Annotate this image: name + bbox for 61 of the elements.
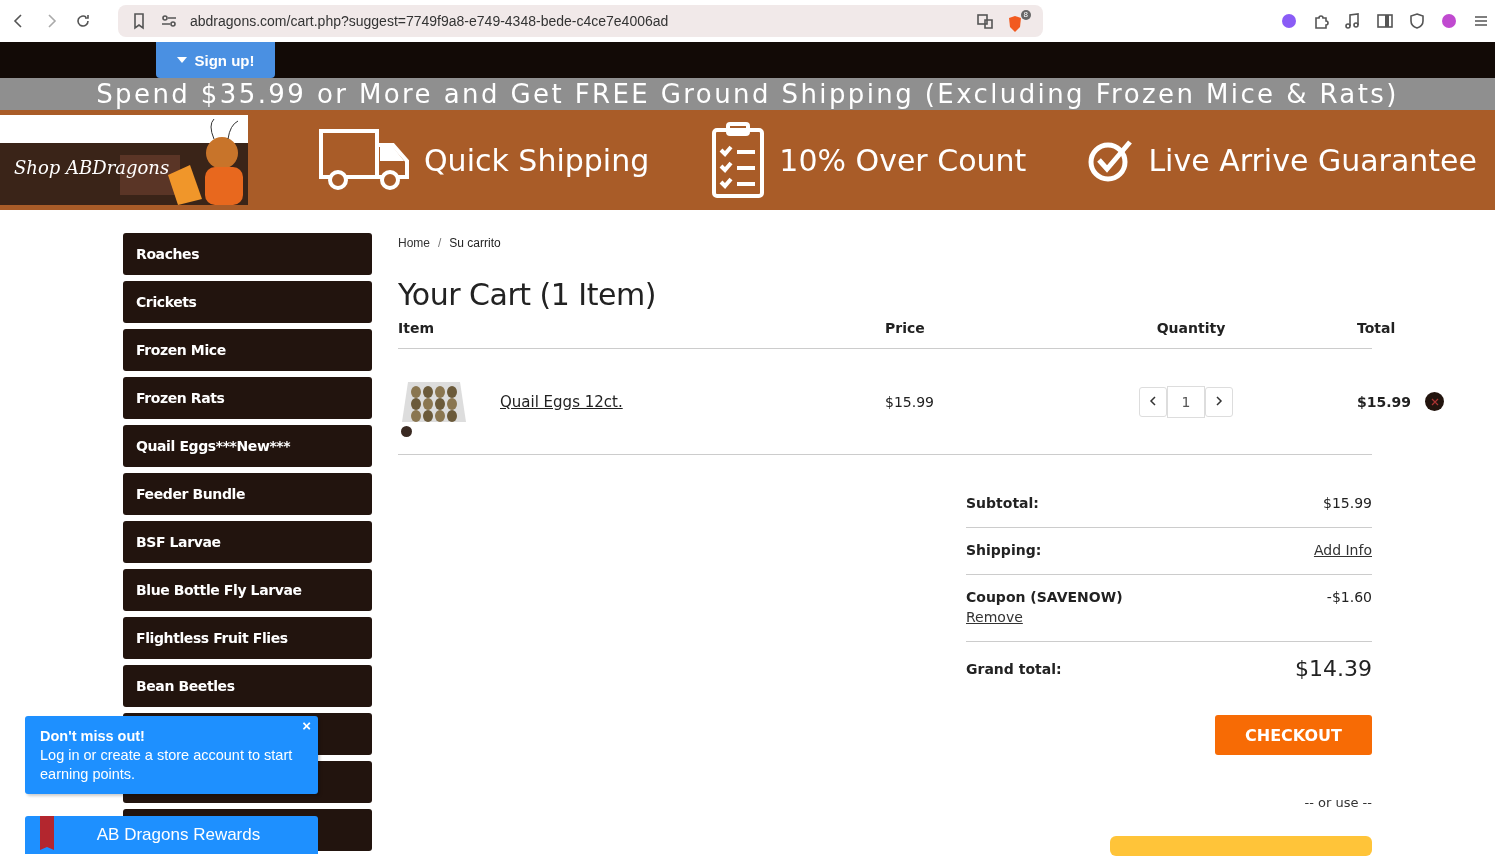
category-link[interactable]: Feeder Bundle — [123, 473, 372, 515]
column-header: Price — [885, 320, 926, 336]
music-icon[interactable] — [1344, 12, 1362, 30]
shield-icon[interactable] — [1006, 14, 1024, 33]
url-text[interactable]: abdragons.com/cart.php?suggest=7749f9a8-e749-4348-bede-c4ce7e4006ad — [190, 13, 964, 29]
category-link[interactable]: Frozen Mice — [123, 329, 372, 371]
sidebar-icon[interactable] — [1376, 12, 1394, 30]
item-total: $15.99 — [1357, 393, 1412, 410]
or-use-text: -- or use -- — [1304, 795, 1372, 810]
summary-value: $15.99 — [1323, 495, 1372, 511]
column-header: Quantity — [1155, 320, 1227, 336]
category-link[interactable]: Blue Bottle Fly Larvae — [123, 569, 372, 611]
category-link[interactable]: Frozen Rats — [123, 377, 372, 419]
close-icon — [1430, 397, 1439, 406]
ribbon-icon — [40, 816, 54, 850]
item-price: $15.99 — [885, 393, 935, 410]
popup-text: Log in or create a store account to start earning points. — [40, 747, 293, 782]
chevron-left-icon — [1149, 396, 1157, 406]
feature-label: 10% Over Count — [779, 142, 1027, 178]
chevron-right-icon — [1215, 396, 1223, 406]
caret-icon — [176, 57, 187, 63]
shield-badge: 8 — [1020, 9, 1031, 20]
column-header: Item — [398, 320, 435, 336]
category-link[interactable]: Quail Eggs***New*** — [123, 425, 372, 467]
category-link[interactable]: Bean Beetles — [123, 665, 372, 707]
summary-label: Grand total: — [966, 660, 1062, 677]
breadcrumb-link[interactable]: Home — [398, 236, 430, 250]
grand-total-value: $14.39 — [1295, 656, 1372, 681]
cart-title: Your Cart (1 Item) — [398, 276, 657, 314]
vpn-icon[interactable] — [1408, 12, 1426, 30]
profile-icon[interactable] — [1440, 12, 1458, 30]
category-link[interactable]: Crickets — [123, 281, 372, 323]
swatch-dot — [401, 426, 412, 437]
increase-button[interactable] — [1205, 386, 1233, 417]
checkmark-icon — [1088, 138, 1135, 182]
summary-label: Subtotal: — [966, 495, 1039, 511]
remove-coupon-link[interactable]: Remove — [966, 609, 1123, 625]
summary-label: Coupon (SAVENOW) — [966, 589, 1123, 605]
quantity-field[interactable]: 1 — [1167, 385, 1205, 418]
remove-item-button[interactable] — [1425, 392, 1445, 411]
category-link[interactable]: Flightless Fruit Flies — [123, 617, 372, 659]
product-link[interactable]: Quail Eggs 12ct. — [500, 392, 623, 411]
summary-label: Shipping: — [966, 542, 1042, 558]
truck-icon — [318, 128, 410, 192]
checklist-icon — [711, 122, 766, 198]
site-settings-icon[interactable] — [160, 12, 178, 30]
feature-label: Live Arrive Guarantee — [1148, 142, 1477, 178]
popup-title: Don't miss out! — [40, 727, 146, 746]
decrease-button[interactable] — [1139, 386, 1167, 417]
shipping-promo-banner: Spend $35.99 or More and Get FREE Ground Shipping (Excluding Frozen Mice & Rats) — [0, 78, 1495, 110]
column-header: Total — [1357, 320, 1396, 336]
reload-icon[interactable] — [74, 12, 92, 30]
category-link[interactable]: BSF Larvae — [123, 521, 372, 563]
category-link[interactable]: Roaches — [123, 233, 372, 275]
translate-icon[interactable] — [976, 12, 994, 30]
breadcrumb-current: Su carrito — [449, 236, 501, 250]
feature-label: Quick Shipping — [424, 142, 650, 178]
summary-value: -$1.60 — [1326, 589, 1372, 607]
add-info-link[interactable]: Add Info — [1313, 542, 1372, 558]
breadcrumb-separator: / — [438, 236, 442, 250]
extensions-icon[interactable] — [1312, 12, 1330, 30]
